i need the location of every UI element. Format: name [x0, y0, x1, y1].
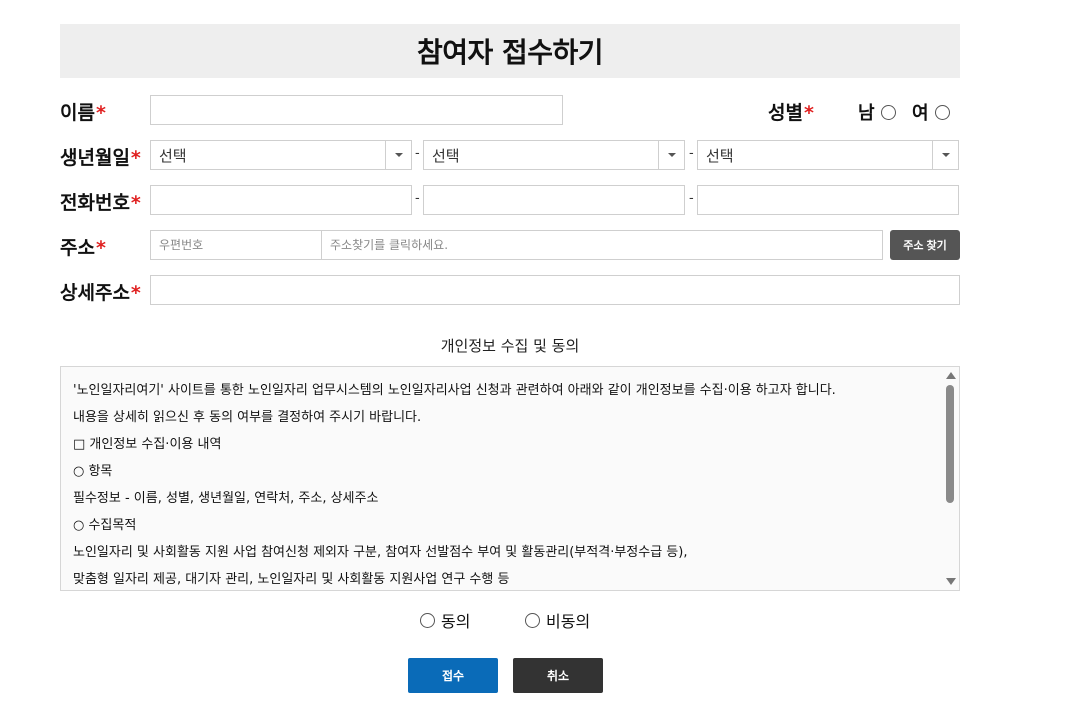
- phone-separator: -: [689, 191, 694, 206]
- consent-line: □ 개인정보 수집·이용 내역: [73, 437, 222, 452]
- phone-part2-input[interactable]: [423, 185, 685, 215]
- consent-line: 노인일자리 및 사회활동 지원 사업 참여신청 제외자 구분, 참여자 선발점수…: [73, 545, 688, 560]
- gender-female-option[interactable]: 여: [912, 99, 950, 125]
- gender-male-radio[interactable]: [880, 104, 896, 120]
- address-input[interactable]: [321, 230, 883, 260]
- consent-line: ○ 항목: [73, 464, 113, 479]
- birth-label: 생년월일*: [60, 147, 141, 169]
- scroll-down-icon[interactable]: [946, 578, 956, 585]
- consent-line: 필수정보 - 이름, 성별, 생년월일, 연락처, 주소, 상세주소: [73, 491, 379, 506]
- gender-male-label: 남: [858, 103, 875, 124]
- consent-line: 맞춤형 일자리 제공, 대기자 관리, 노인일자리 및 사회활동 지원사업 연구…: [73, 572, 510, 587]
- birth-month-select[interactable]: 선택: [423, 140, 685, 170]
- required-mark: *: [803, 102, 814, 124]
- birth-separator: -: [415, 146, 420, 161]
- agree-radio[interactable]: [420, 612, 435, 628]
- agree-label: 동의: [441, 612, 471, 631]
- chevron-down-icon[interactable]: [385, 141, 411, 169]
- phone-part3-input[interactable]: [697, 185, 959, 215]
- required-mark: *: [95, 102, 106, 124]
- birth-month-value: 선택: [432, 146, 460, 165]
- consent-agree-option[interactable]: 동의: [420, 608, 470, 632]
- birth-day-value: 선택: [706, 146, 734, 165]
- birth-day-select[interactable]: 선택: [697, 140, 959, 170]
- gender-label: 성별*: [768, 102, 814, 124]
- scroll-up-icon[interactable]: [946, 372, 956, 379]
- consent-textbox[interactable]: '노인일자리여기' 사이트를 통한 노인일자리 업무시스템의 노인일자리사업 신…: [60, 366, 960, 591]
- required-mark: *: [130, 147, 141, 169]
- required-mark: *: [130, 282, 141, 304]
- submit-button[interactable]: 접수: [408, 658, 498, 693]
- name-input[interactable]: [150, 95, 563, 125]
- address-search-button[interactable]: 주소 찾기: [890, 230, 960, 260]
- address-label: 주소*: [60, 237, 106, 259]
- required-mark: *: [95, 237, 106, 259]
- consent-disagree-option[interactable]: 비동의: [525, 608, 590, 632]
- birth-separator: -: [689, 146, 694, 161]
- chevron-down-icon[interactable]: [658, 141, 684, 169]
- phone-separator: -: [415, 191, 420, 206]
- consent-line: ○ 수집목적: [73, 518, 137, 533]
- detail-address-input[interactable]: [150, 275, 960, 305]
- chevron-down-icon[interactable]: [932, 141, 958, 169]
- consent-line: 내용을 상세히 읽으신 후 동의 여부를 결정하여 주시기 바랍니다.: [73, 410, 422, 425]
- detail-address-label: 상세주소*: [60, 282, 141, 304]
- disagree-radio[interactable]: [525, 612, 540, 628]
- consent-line: '노인일자리여기' 사이트를 통한 노인일자리 업무시스템의 노인일자리사업 신…: [73, 383, 836, 398]
- disagree-label: 비동의: [546, 612, 591, 631]
- consent-title: 개인정보 수집 및 동의: [440, 337, 580, 355]
- title-bar: 참여자 접수하기: [60, 24, 960, 78]
- zip-code-input[interactable]: [150, 230, 322, 260]
- phone-part1-input[interactable]: [150, 185, 412, 215]
- page-title: 참여자 접수하기: [416, 36, 604, 69]
- phone-label: 전화번호*: [60, 192, 141, 214]
- consent-text: '노인일자리여기' 사이트를 통한 노인일자리 업무시스템의 노인일자리사업 신…: [73, 379, 937, 590]
- consent-scrollbar[interactable]: [942, 367, 959, 590]
- birth-year-value: 선택: [159, 146, 187, 165]
- gender-female-radio[interactable]: [934, 104, 950, 120]
- birth-year-select[interactable]: 선택: [150, 140, 412, 170]
- scroll-thumb[interactable]: [946, 385, 954, 503]
- gender-female-label: 여: [912, 103, 929, 124]
- required-mark: *: [130, 192, 141, 214]
- cancel-button[interactable]: 취소: [513, 658, 603, 693]
- name-label: 이름*: [60, 102, 106, 124]
- gender-male-option[interactable]: 남: [858, 99, 896, 125]
